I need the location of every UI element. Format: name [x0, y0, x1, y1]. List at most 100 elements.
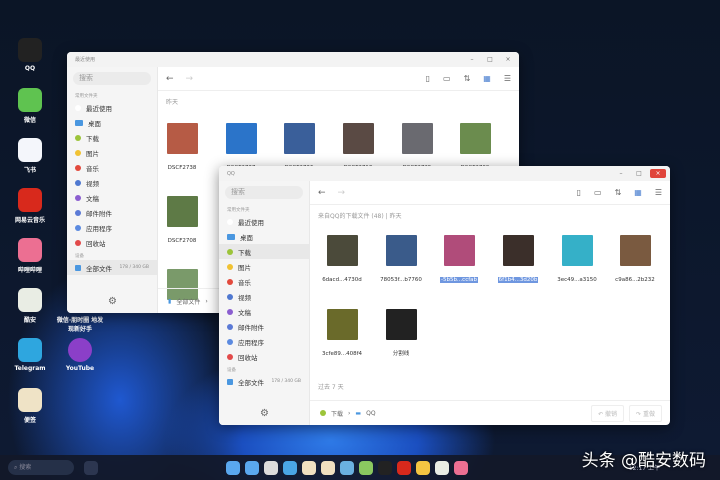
file-item[interactable]: c9a86...2b232: [607, 235, 663, 285]
desktop-icon[interactable]: 酷安: [6, 288, 54, 324]
group-header: 昨天: [166, 99, 179, 106]
file-name: 78053f...b7760: [380, 277, 422, 283]
list-view-icon[interactable]: ☰: [504, 74, 511, 83]
sidebar-item[interactable]: 下载: [219, 244, 309, 259]
dock-app-icon[interactable]: [263, 460, 278, 475]
taskbar-search[interactable]: ⌕ 搜索: [8, 460, 74, 475]
clipboard-icon[interactable]: ▯: [426, 74, 430, 83]
new-folder-icon[interactable]: ▭: [594, 188, 602, 197]
forward-icon[interactable]: →: [186, 74, 194, 84]
back-icon[interactable]: ←: [166, 74, 174, 84]
sidebar-item[interactable]: 邮件附件: [67, 205, 157, 220]
dock-app-icon[interactable]: [301, 460, 316, 475]
desktop-icon[interactable]: 便签: [6, 388, 54, 424]
maximize-button[interactable]: □: [632, 169, 646, 178]
sidebar-item[interactable]: 下载: [67, 130, 157, 145]
sidebar-item-label: 文稿: [238, 308, 251, 317]
undo-button[interactable]: ↶ 撤销: [591, 404, 625, 422]
settings-icon[interactable]: ⚙: [108, 296, 117, 307]
sidebar-item[interactable]: 最近使用: [219, 214, 309, 229]
sidebar-item-label: 桌面: [240, 233, 253, 242]
new-folder-icon[interactable]: ▭: [443, 74, 451, 83]
desktop-icon[interactable]: Telegram: [6, 338, 54, 372]
dock-app-icon[interactable]: [320, 460, 335, 475]
dock-app-icon[interactable]: [377, 460, 392, 475]
window-title: QQ: [227, 170, 235, 177]
sidebar-item[interactable]: 最近使用: [67, 100, 157, 115]
settings-icon[interactable]: ⚙: [260, 408, 269, 419]
grid-view-icon[interactable]: ▦: [634, 188, 642, 197]
desktop-icon[interactable]: 微信: [6, 88, 54, 124]
multitask-button[interactable]: [84, 460, 98, 475]
sidebar-item[interactable]: 应用程序: [67, 220, 157, 235]
path-segment[interactable]: 全部文件: [176, 297, 200, 306]
sidebar-item[interactable]: 视频: [219, 289, 309, 304]
sidebar-item-all-files[interactable]: 全部文件 178 / 340 GB: [219, 374, 309, 389]
desktop-icon[interactable]: 哔哩哔哩: [6, 238, 54, 274]
sidebar-item[interactable]: 音乐: [219, 274, 309, 289]
desktop-icon-label: 便签: [23, 417, 36, 424]
sidebar-item[interactable]: 桌面: [219, 229, 309, 244]
desktop-icon[interactable]: YouTube: [56, 338, 104, 372]
path-bar: 下载 › ▬ QQ ↶ 撤销 ↷ 重做: [310, 400, 670, 425]
section-label: 常用文件夹: [75, 94, 98, 99]
sort-icon[interactable]: ⇅: [464, 74, 471, 83]
toolbar: ← → ▯ ▭ ⇅ ▦ ☰: [310, 181, 670, 205]
path-segment[interactable]: 下载: [331, 409, 343, 418]
clipboard-icon[interactable]: ▯: [577, 188, 581, 197]
grid-view-icon[interactable]: ▦: [483, 74, 491, 83]
desktop-icon[interactable]: 网易云音乐: [6, 188, 54, 224]
sidebar-item[interactable]: 图片: [67, 145, 157, 160]
dock: [223, 460, 470, 475]
file-item[interactable]: 分割线: [373, 309, 429, 359]
sidebar-item-label: 邮件附件: [238, 323, 264, 332]
dock-app-icon[interactable]: [282, 460, 297, 475]
sidebar-item[interactable]: 回收站: [67, 235, 157, 250]
minimize-button[interactable]: –: [614, 169, 628, 178]
sidebar-item[interactable]: 桌面: [67, 115, 157, 130]
close-button[interactable]: ×: [501, 55, 515, 64]
file-item[interactable]: 3ec49...a3150: [549, 235, 605, 285]
file-item[interactable]: 6f1b4...3d20b: [490, 235, 546, 285]
dock-app-icon[interactable]: [415, 460, 430, 475]
sidebar-item[interactable]: 视频: [67, 175, 157, 190]
list-view-icon[interactable]: ☰: [655, 188, 662, 197]
forward-icon[interactable]: →: [338, 188, 346, 198]
file-item[interactable]: DSCF2738: [154, 123, 210, 173]
sidebar-item[interactable]: 文稿: [219, 304, 309, 319]
file-item[interactable]: 78053f...b7760: [373, 235, 429, 285]
sidebar-search-input[interactable]: 搜索: [225, 186, 303, 199]
sort-icon[interactable]: ⇅: [615, 188, 622, 197]
file-item[interactable]: 3cfe89...408f4: [314, 309, 370, 359]
sidebar-item-all-files[interactable]: 全部文件 178 / 340 GB: [67, 260, 157, 275]
sidebar-item[interactable]: 邮件附件: [219, 319, 309, 334]
desktop-icon[interactable]: QQ: [6, 38, 54, 72]
minimize-button[interactable]: –: [465, 55, 479, 64]
file-item[interactable]: 6dacd...4730d: [314, 235, 370, 285]
dock-app-icon[interactable]: [339, 460, 354, 475]
sidebar-item[interactable]: 音乐: [67, 160, 157, 175]
redo-button[interactable]: ↷ 重做: [629, 404, 662, 422]
sidebar-item[interactable]: 应用程序: [219, 334, 309, 349]
file-item[interactable]: DSCF2708: [154, 196, 210, 246]
section-label: 设备: [75, 254, 84, 259]
sidebar-item[interactable]: 文稿: [67, 190, 157, 205]
path-segment[interactable]: QQ: [366, 410, 375, 417]
sidebar-item[interactable]: 回收站: [219, 349, 309, 364]
file-item[interactable]: -5b5b...ccfab: [431, 235, 487, 285]
back-icon[interactable]: ←: [318, 188, 326, 198]
dock-app-icon[interactable]: [453, 460, 468, 475]
title-bar[interactable]: QQ: [219, 166, 670, 181]
maximize-button[interactable]: □: [483, 55, 497, 64]
sidebar-search-input[interactable]: 搜索: [73, 72, 151, 85]
dock-app-icon[interactable]: [244, 460, 259, 475]
sidebar-item[interactable]: 图片: [219, 259, 309, 274]
taskbar-search-label: 搜索: [19, 464, 32, 471]
dock-app-icon[interactable]: [434, 460, 449, 475]
dock-app-icon[interactable]: [396, 460, 411, 475]
title-bar[interactable]: 最近使用: [67, 52, 519, 67]
desktop-icon[interactable]: 飞书: [6, 138, 54, 174]
dock-app-icon[interactable]: [358, 460, 373, 475]
close-button[interactable]: ×: [650, 169, 666, 178]
dock-app-icon[interactable]: [225, 460, 240, 475]
